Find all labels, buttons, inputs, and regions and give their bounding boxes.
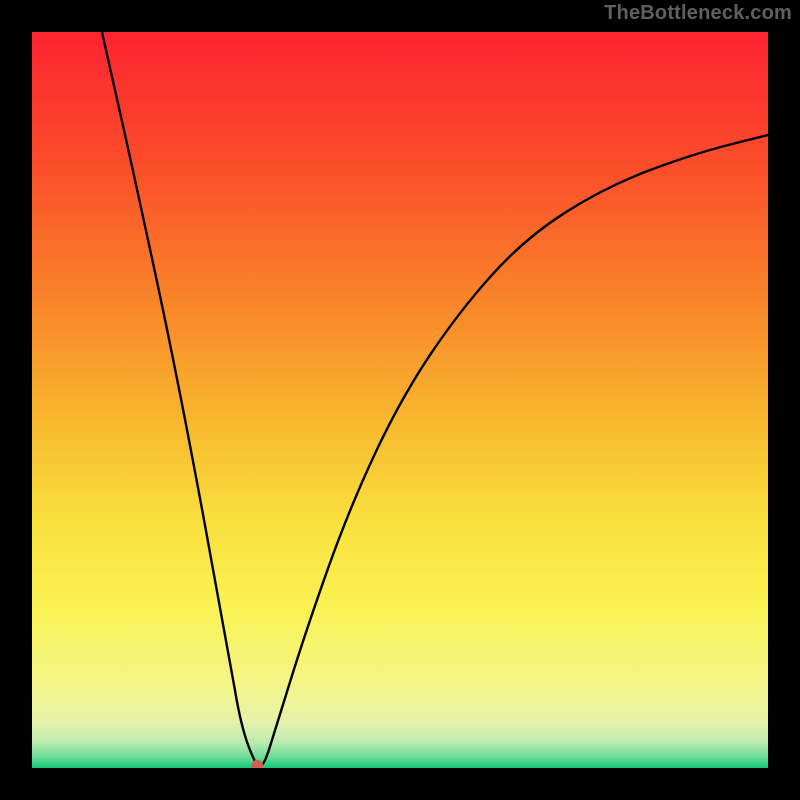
chart-stage: TheBottleneck.com [0, 0, 800, 800]
watermark-text: TheBottleneck.com [604, 2, 792, 25]
gradient-plot [32, 32, 768, 768]
plot-background [32, 32, 768, 768]
